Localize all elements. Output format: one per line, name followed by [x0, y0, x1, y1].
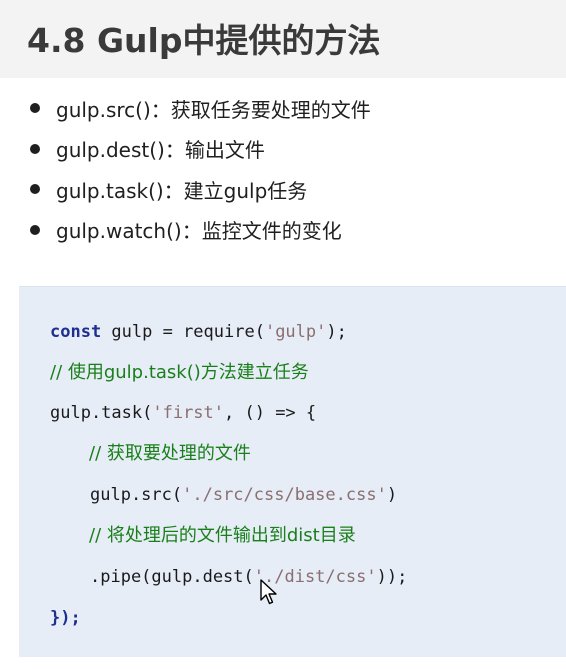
code-text: , () => {: [224, 403, 317, 423]
slide: 4.8 Gulp中提供的方法 gulp.src()：获取任务要处理的文件 gul…: [0, 0, 566, 669]
code-string: './src/css/base.css': [182, 485, 387, 505]
code-block: const gulp = require('gulp'); // 使用gulp.…: [19, 286, 566, 657]
code-line-2: // 使用gulp.task()方法建立任务: [50, 358, 309, 388]
list-item-dest: gulp.dest()：输出文件: [30, 129, 371, 170]
bullet-dot-icon: [30, 143, 40, 154]
code-text: gulp.src(: [90, 485, 183, 505]
code-line-8: });: [50, 603, 81, 633]
title-bar: 4.8 Gulp中提供的方法: [0, 0, 566, 78]
method-list: gulp.src()：获取任务要处理的文件 gulp.dest()：输出文件 g…: [30, 88, 371, 250]
mouse-pointer-icon: [260, 579, 277, 605]
list-item-text: gulp.src()：获取任务要处理的文件: [56, 97, 371, 122]
code-string: 'gulp': [264, 322, 327, 342]
code-text: gulp = require(: [101, 322, 265, 342]
code-comment: // 使用gulp.task()方法建立任务: [50, 362, 309, 383]
list-item-src: gulp.src()：获取任务要处理的文件: [30, 88, 371, 129]
bullet-dot-icon: [30, 224, 40, 235]
slide-title: 4.8 Gulp中提供的方法: [27, 21, 381, 60]
code-line-7: .pipe(gulp.dest('./dist/css'));: [90, 562, 407, 592]
list-item-text: gulp.dest()：输出文件: [56, 138, 265, 163]
code-text: });: [50, 608, 81, 628]
list-item-task: gulp.task()：建立gulp任务: [30, 169, 371, 210]
code-line-3: gulp.task('first', () => {: [50, 398, 316, 428]
code-comment: // 将处理后的文件输出到dist目录: [89, 525, 356, 546]
code-string: 'first': [152, 403, 225, 423]
code-text: );: [326, 322, 347, 342]
code-keyword: const: [50, 322, 102, 342]
code-line-6: // 将处理后的文件输出到dist目录: [89, 521, 356, 551]
list-item-text: gulp.watch()：监控文件的变化: [56, 219, 342, 244]
code-text: ): [386, 485, 398, 505]
code-line-4: // 获取要处理的文件: [89, 439, 251, 469]
list-item-watch: gulp.watch()：监控文件的变化: [30, 210, 371, 251]
code-text: .pipe(gulp.dest(: [90, 567, 254, 587]
code-text: gulp.task(: [50, 403, 153, 423]
list-item-text: gulp.task()：建立gulp任务: [56, 178, 308, 203]
code-text: ));: [376, 567, 408, 587]
bullet-dot-icon: [30, 184, 40, 195]
code-comment: // 获取要处理的文件: [89, 443, 251, 464]
code-line-1: const gulp = require('gulp');: [50, 317, 347, 347]
code-line-5: gulp.src('./src/css/base.css'): [90, 480, 397, 510]
bullet-dot-icon: [30, 103, 40, 114]
